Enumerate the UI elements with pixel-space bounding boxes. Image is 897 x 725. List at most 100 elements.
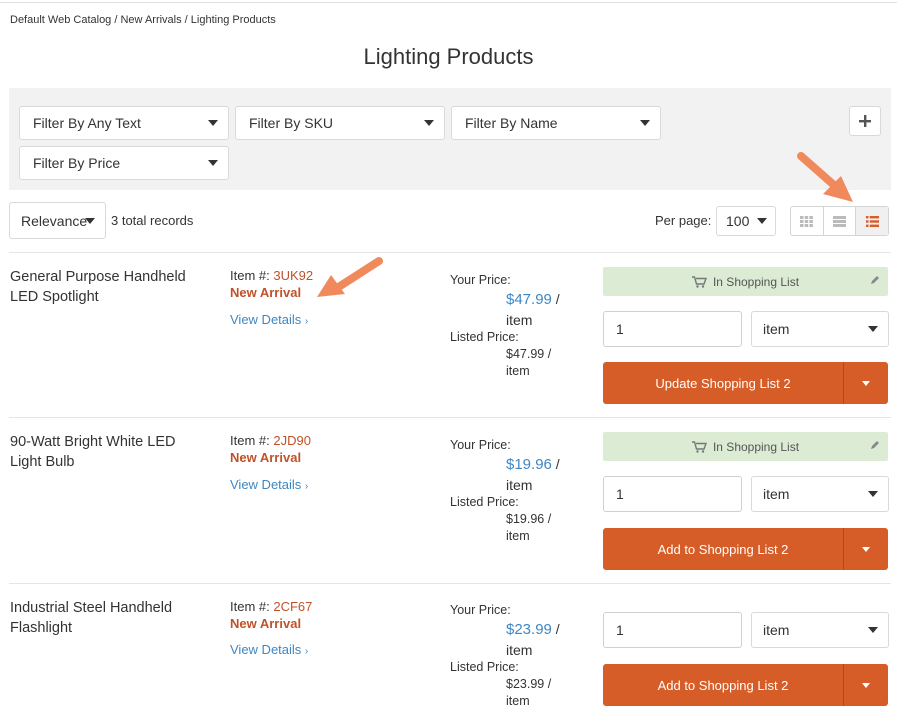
caret-down-icon <box>868 326 878 332</box>
row-divider <box>9 417 891 418</box>
add-filter-button[interactable] <box>849 106 881 136</box>
item-number-label: Item #: <box>230 433 270 448</box>
new-arrival-badge: New Arrival <box>230 450 302 465</box>
filter-any-text-label: Filter By Any Text <box>33 115 141 131</box>
item-sku: 2CF67 <box>273 599 313 614</box>
caret-down-icon <box>862 380 870 386</box>
list-view-button[interactable] <box>824 207 857 235</box>
view-mode-toggle <box>790 206 889 236</box>
table-view-icon <box>865 215 879 227</box>
chevron-right-icon: › <box>304 646 309 657</box>
shopping-list-button-label[interactable]: Add to Shopping List 2 <box>603 664 843 706</box>
pencil-icon[interactable] <box>870 275 880 285</box>
breadcrumb-separator: / <box>181 14 191 26</box>
caret-down-icon <box>862 546 870 552</box>
shopping-list-dropdown-toggle[interactable] <box>843 664 888 706</box>
item-number: Item #: 3UK92 <box>230 268 313 283</box>
plus-icon <box>859 115 871 127</box>
caret-down-icon <box>85 217 95 224</box>
annotation-arrow-icon <box>317 257 383 297</box>
table-view-button[interactable] <box>856 207 889 235</box>
listed-price-label: Listed Price: <box>450 495 519 509</box>
update-shopping-list-button[interactable]: Update Shopping List 2 <box>603 362 888 404</box>
view-details-link[interactable]: View Details › <box>230 477 308 492</box>
shopping-list-button-label[interactable]: Add to Shopping List 2 <box>603 528 843 570</box>
product-name-link[interactable]: Industrial Steel Handheld Flashlight <box>10 598 210 638</box>
listed-price-value: $47.99 / item <box>506 347 552 378</box>
listed-price-label: Listed Price: <box>450 660 519 674</box>
annotation-arrow-icon <box>797 152 853 202</box>
per-page-select[interactable]: 100 <box>716 206 776 236</box>
your-price-value: $23.99 <box>506 621 552 638</box>
breadcrumb-current: Lighting Products <box>190 14 276 26</box>
listed-price-value: $23.99 / item <box>506 677 552 708</box>
sort-select[interactable]: Relevance <box>9 202 106 239</box>
listed-price-label: Listed Price: <box>450 330 519 344</box>
item-number: Item #: 2JD90 <box>230 433 311 448</box>
your-price-label: Your Price: <box>450 273 511 287</box>
quantity-input[interactable]: 1 <box>603 476 742 512</box>
your-price-value: $19.96 <box>506 456 552 473</box>
caret-down-icon <box>208 120 218 126</box>
caret-down-icon <box>424 120 434 126</box>
filter-price-select[interactable]: Filter By Price <box>19 146 229 180</box>
your-price: $23.99 / item <box>506 619 568 660</box>
item-sku: 2JD90 <box>273 433 311 448</box>
item-number-label: Item #: <box>230 268 270 283</box>
unit-value: item <box>763 622 790 638</box>
chevron-right-icon: › <box>304 481 309 492</box>
in-shopping-list-indicator: In Shopping List <box>603 267 888 296</box>
records-count: 3 total records <box>111 213 194 228</box>
caret-down-icon <box>208 160 218 166</box>
caret-down-icon <box>757 218 767 224</box>
row-divider <box>9 252 891 253</box>
add-to-shopping-list-button[interactable]: Add to Shopping List 2 <box>603 664 888 706</box>
filter-sku-label: Filter By SKU <box>249 115 334 131</box>
filter-any-text-select[interactable]: Filter By Any Text <box>19 106 229 140</box>
quantity-input[interactable]: 1 <box>603 311 742 347</box>
unit-select[interactable]: item <box>751 612 889 648</box>
breadcrumb-link-new-arrivals[interactable]: New Arrivals <box>120 14 181 26</box>
view-details-label: View Details <box>230 312 302 327</box>
unit-value: item <box>763 321 790 337</box>
pencil-icon[interactable] <box>870 440 880 450</box>
unit-value: item <box>763 486 790 502</box>
your-price: $19.96 / item <box>506 454 568 495</box>
shopping-list-dropdown-toggle[interactable] <box>843 362 888 404</box>
view-details-link[interactable]: View Details › <box>230 312 308 327</box>
view-details-link[interactable]: View Details › <box>230 642 308 657</box>
caret-down-icon <box>640 120 650 126</box>
product-name-link[interactable]: 90-Watt Bright White LED Light Bulb <box>10 432 210 472</box>
top-divider <box>0 2 897 3</box>
filter-sku-select[interactable]: Filter By SKU <box>235 106 445 140</box>
view-details-label: View Details <box>230 477 302 492</box>
quantity-input[interactable]: 1 <box>603 612 742 648</box>
grid-view-button[interactable] <box>791 207 824 235</box>
cart-icon <box>691 440 707 453</box>
item-sku: 3UK92 <box>273 268 314 283</box>
unit-select[interactable]: item <box>751 476 889 512</box>
per-page-label: Per page: <box>655 213 712 228</box>
item-number: Item #: 2CF67 <box>230 599 312 614</box>
page-title: Lighting Products <box>363 44 534 69</box>
filter-name-select[interactable]: Filter By Name <box>451 106 661 140</box>
new-arrival-badge: New Arrival <box>230 616 302 631</box>
view-details-label: View Details <box>230 642 302 657</box>
item-number-label: Item #: <box>230 599 270 614</box>
sort-value: Relevance <box>21 212 88 229</box>
filter-price-label: Filter By Price <box>33 155 121 171</box>
new-arrival-badge: New Arrival <box>230 285 302 300</box>
row-divider <box>9 583 891 584</box>
breadcrumb-link-catalog[interactable]: Default Web Catalog <box>10 14 111 26</box>
cart-icon <box>691 275 707 288</box>
your-price: $47.99 / item <box>506 289 568 330</box>
product-name-link[interactable]: General Purpose Handheld LED Spotlight <box>10 267 210 307</box>
caret-down-icon <box>862 682 870 688</box>
shopping-list-dropdown-toggle[interactable] <box>843 528 888 570</box>
add-to-shopping-list-button[interactable]: Add to Shopping List 2 <box>603 528 888 570</box>
shopping-list-button-label[interactable]: Update Shopping List 2 <box>603 362 843 404</box>
in-shopping-list-indicator: In Shopping List <box>603 432 888 461</box>
breadcrumb: Default Web Catalog / New Arrivals / Lig… <box>10 14 276 26</box>
caret-down-icon <box>868 627 878 633</box>
unit-select[interactable]: item <box>751 311 889 347</box>
